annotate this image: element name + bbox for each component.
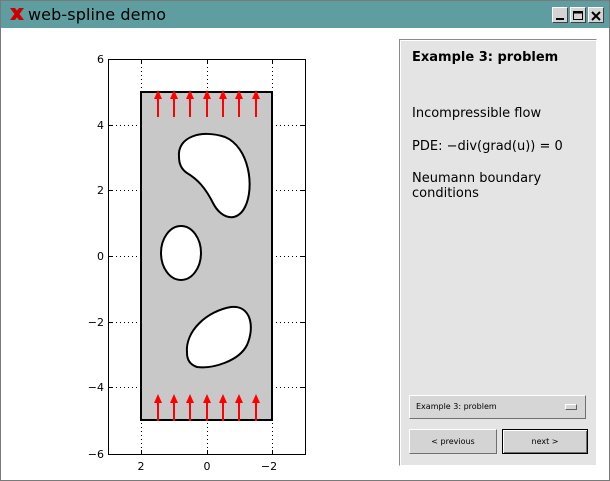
y-tick-label: 6 [97,53,104,66]
option-menu-indicator-icon [565,404,577,410]
description-pde: PDE: −div(grad(u)) = 0 [412,139,563,154]
y-tick-label: 0 [97,250,104,263]
y-tick-label: −2 [88,316,104,329]
close-icon [591,11,601,21]
example-select[interactable]: Example 3: problem [409,395,586,419]
x-tick-label: −2 [261,460,277,473]
next-button[interactable]: next > [502,429,588,454]
y-tick-label: −6 [88,448,104,461]
y-tick-label: 2 [97,184,104,197]
description-boundary: Neumann boundary conditions [412,171,542,201]
window-title: web-spline demo [28,5,167,24]
domain-plot: 6 4 2 0 −2 −4 −6 2 0 −2 [88,53,306,473]
title-bar[interactable]: web-spline demo [1,1,609,28]
maximize-icon [573,11,583,20]
x-logo-icon [10,8,24,20]
description-flow: Incompressible flow [412,106,542,121]
maximize-button[interactable] [570,7,586,23]
y-tick-label: 4 [97,119,104,132]
y-tick-label: −4 [88,381,104,394]
minimize-icon [556,18,564,20]
x-tick-label: 0 [204,460,211,473]
hole-ellipse-left [160,225,202,281]
example-select-value: Example 3: problem [416,402,497,411]
close-button[interactable] [588,7,604,23]
minimize-button[interactable] [552,7,568,23]
panel-title: Example 3: problem [412,50,559,65]
info-panel: Example 3: problem Incompressible flow P… [399,39,597,466]
app-window: web-spline demo 6 4 2 0 −2 −4 −6 2 0 −2 … [0,0,610,481]
x-tick-label: 2 [138,460,145,473]
previous-button[interactable]: < previous [409,429,497,454]
